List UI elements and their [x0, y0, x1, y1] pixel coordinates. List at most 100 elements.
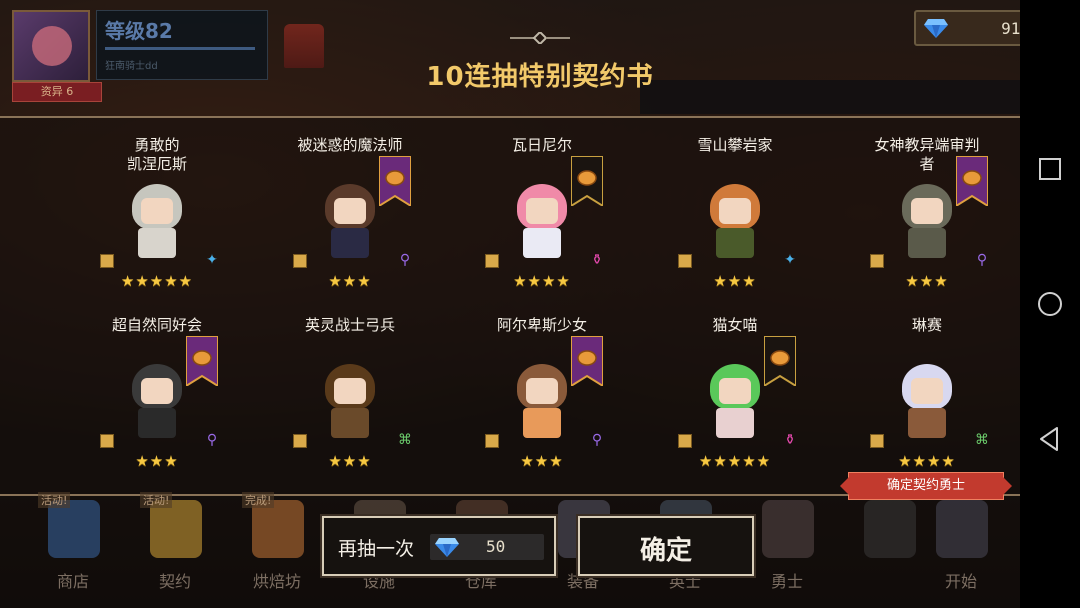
bread-banner-icon — [379, 156, 411, 206]
star-rating: ★★★ — [713, 272, 757, 290]
exp-bar — [105, 47, 255, 50]
scroll-icon — [485, 254, 499, 268]
hero-card[interactable]: 阿尔卑斯少女 ⚲ ★★★ — [447, 316, 637, 486]
hero-card[interactable]: 雪山攀岩家 ✦ ★★★ — [640, 136, 830, 306]
nav-badge: 活动! — [38, 492, 71, 508]
nav-item[interactable]: 开始 — [916, 494, 1006, 608]
player-level: 等级82 — [105, 19, 173, 43]
hero-name: 琳赛 — [911, 316, 942, 334]
hero-name: 被迷惑的魔法师 — [297, 136, 403, 154]
nav-label: 勇士 — [770, 572, 803, 591]
nav-label: 商店 — [56, 572, 89, 591]
ring-icon: ⚱ — [591, 252, 603, 268]
hero-name: 猫女喵 — [712, 316, 758, 334]
hero-name: 瓦日尼尔 — [511, 136, 572, 154]
hero-name: 超自然同好会 — [111, 316, 202, 334]
confirm-label: 确定 — [639, 536, 692, 566]
bread-banner-icon — [571, 336, 603, 386]
star-rating: ★★★ — [328, 452, 372, 470]
scroll-icon — [870, 254, 884, 268]
star-rating: ★★★★★ — [698, 452, 772, 470]
nav-item[interactable]: 商店 活动! — [28, 492, 118, 608]
bread-banner-icon — [764, 336, 796, 386]
nav-item[interactable]: 烘焙坊 完成! — [232, 492, 322, 608]
star-rating: ★★★ — [135, 452, 179, 470]
hero-name: 阿尔卑斯少女 — [496, 316, 587, 334]
redraw-cost: 50 — [486, 537, 506, 556]
nav-item[interactable]: 契约 活动! — [130, 492, 220, 608]
hero-name: 勇敢的 凯涅厄斯 — [126, 136, 187, 173]
nav-icon — [762, 500, 814, 558]
nav-label: 开始 — [944, 572, 977, 591]
diamond-icon — [435, 538, 459, 557]
hero-sprite — [124, 184, 190, 264]
hero-card[interactable]: 琳赛 ⌘ ★★★★ — [832, 316, 1022, 486]
circle-icon[interactable] — [1035, 289, 1065, 319]
axe-icon: ✦ — [784, 252, 796, 268]
staff-icon: ⚲ — [591, 432, 603, 448]
confirm-button[interactable]: 确定 — [576, 514, 756, 578]
nav-icon — [150, 500, 202, 558]
scroll-icon — [100, 434, 114, 448]
nav-label: 契约 — [158, 572, 191, 591]
star-rating: ★★★ — [905, 272, 949, 290]
hero-sprite — [894, 364, 960, 444]
scroll-icon — [293, 254, 307, 268]
nav-badge: 完成! — [242, 492, 275, 508]
scroll-icon — [678, 254, 692, 268]
redraw-button[interactable]: 再抽一次 50 — [320, 514, 558, 578]
hero-sprite — [509, 184, 575, 264]
bread-banner-icon — [956, 156, 988, 206]
hero-sprite — [317, 364, 383, 444]
nav-icon — [864, 500, 916, 558]
hero-name: 英灵战士弓兵 — [304, 316, 395, 334]
hero-card[interactable]: 超自然同好会 ⚲ ★★★ — [62, 316, 252, 486]
hero-card[interactable]: 英灵战士弓兵 ⌘ ★★★ — [255, 316, 445, 486]
star-rating: ★★★ — [520, 452, 564, 470]
hero-sprite — [124, 364, 190, 444]
hero-sprite — [894, 184, 960, 264]
star-rating: ★★★ — [328, 272, 372, 290]
bow-icon: ⌘ — [398, 432, 412, 448]
star-rating: ★★★★★ — [120, 272, 194, 290]
staff-icon: ⚲ — [206, 432, 218, 448]
star-rating: ★★★★ — [898, 452, 956, 470]
scroll-icon — [100, 254, 114, 268]
scroll-icon — [485, 434, 499, 448]
hero-name: 女神教异端审判 者 — [874, 136, 980, 173]
square-icon[interactable] — [1035, 154, 1065, 184]
redraw-cost-box: 50 — [430, 534, 544, 560]
nav-label: 烘焙坊 — [252, 572, 301, 591]
hero-card[interactable]: 瓦日尼尔 ⚱ ★★★★ — [447, 136, 637, 306]
staff-icon: ⚲ — [399, 252, 411, 268]
back-triangle-icon[interactable] — [1035, 424, 1065, 454]
bread-banner-icon — [186, 336, 218, 386]
scroll-icon — [870, 434, 884, 448]
redraw-label: 再抽一次 — [338, 538, 415, 560]
hero-sprite — [702, 364, 768, 444]
staff-icon: ⚲ — [976, 252, 988, 268]
hero-sprite — [317, 184, 383, 264]
scroll-icon — [678, 434, 692, 448]
hero-card[interactable]: 女神教异端审判 者 ⚲ ★★★ — [832, 136, 1022, 306]
hero-sprite — [702, 184, 768, 264]
hero-name: 雪山攀岩家 — [697, 136, 773, 154]
star-rating: ★★★★ — [513, 272, 571, 290]
bow-icon: ⌘ — [975, 432, 989, 448]
nav-icon — [48, 500, 100, 558]
ring-icon: ⚱ — [784, 432, 796, 448]
page-title: 10连抽特别契约书 — [426, 62, 654, 92]
nav-icon — [936, 500, 988, 558]
nav-badge: 活动! — [140, 492, 173, 508]
diamond-icon — [924, 19, 948, 38]
hero-card[interactable]: 猫女喵 ⚱ ★★★★★ — [640, 316, 830, 486]
hero-card[interactable]: 勇敢的 凯涅厄斯 ✦ ★★★★★ — [62, 136, 252, 306]
nav-icon — [252, 500, 304, 558]
axe-icon: ✦ — [206, 252, 218, 268]
hero-sprite — [509, 364, 575, 444]
nav-item[interactable]: 勇士 — [742, 494, 832, 608]
system-nav-bar — [1020, 0, 1080, 608]
bread-banner-icon — [571, 156, 603, 206]
title-ornament-icon — [510, 32, 570, 44]
hero-card[interactable]: 被迷惑的魔法师 ⚲ ★★★ — [255, 136, 445, 306]
